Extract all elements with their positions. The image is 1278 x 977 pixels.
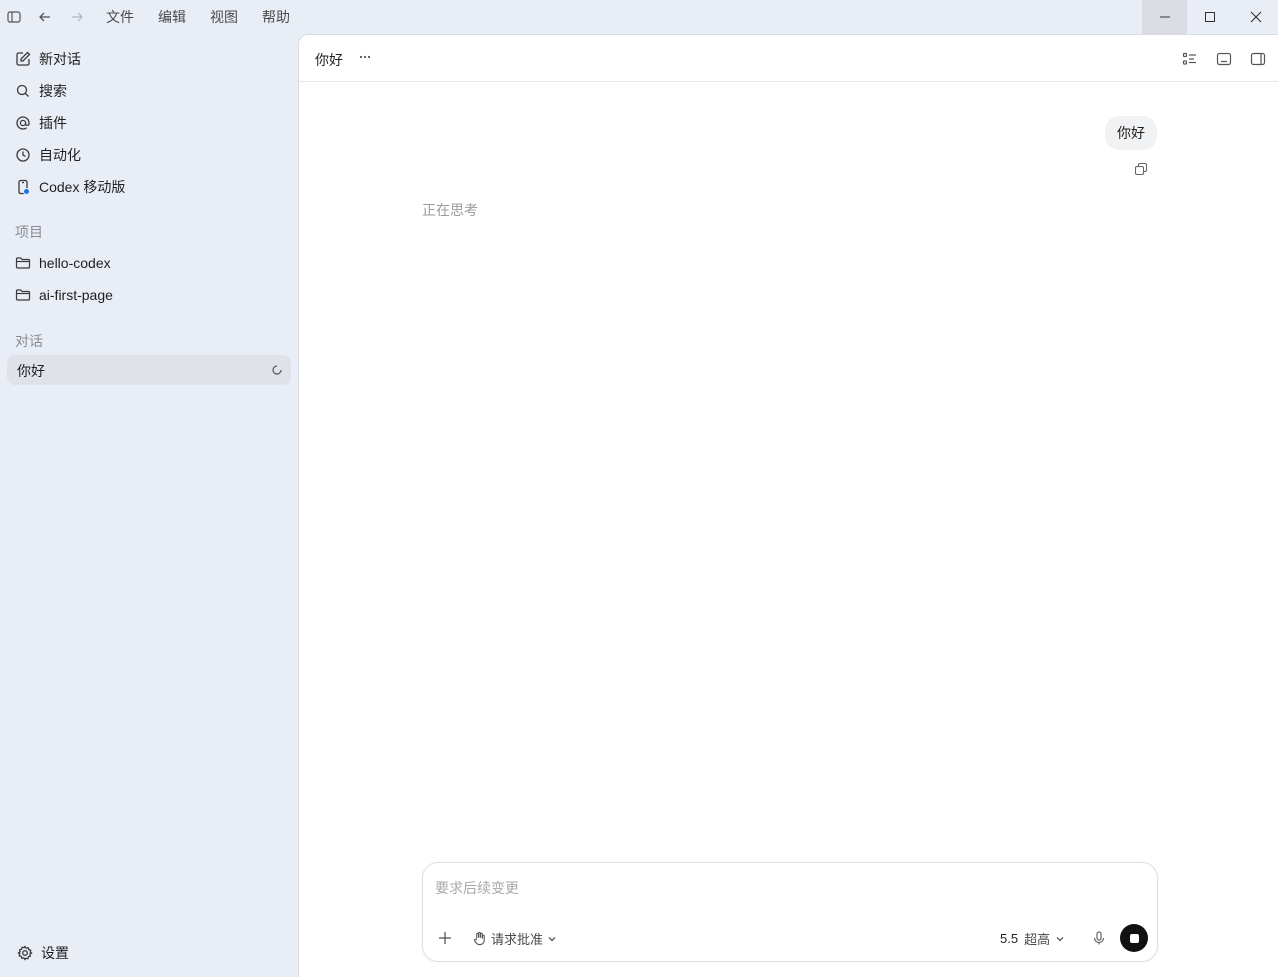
search-icon	[14, 82, 32, 100]
forward-arrow-icon[interactable]	[69, 9, 85, 25]
model-version: 5.5	[1000, 931, 1019, 946]
sidebar-item-plugins[interactable]: 插件	[14, 111, 67, 135]
model-selector-dropdown[interactable]: 5.5 超高	[1000, 929, 1066, 948]
sidebar-item-label: 自动化	[39, 147, 81, 163]
main-panel: 你好 你好 正在思考 请求批准	[298, 34, 1278, 977]
folder-icon	[14, 286, 32, 304]
project-item-hello-codex[interactable]: hello-codex	[14, 251, 111, 275]
menu-edit[interactable]: 编辑	[158, 8, 186, 26]
gear-icon	[16, 944, 34, 962]
sidebar-item-automation[interactable]: 自动化	[14, 143, 81, 167]
approval-mode-label: 请求批准	[491, 932, 544, 947]
user-message-text: 你好	[1117, 125, 1145, 141]
back-arrow-icon[interactable]	[37, 9, 53, 25]
sidebar-item-label: 新对话	[39, 51, 81, 67]
microphone-icon[interactable]	[1091, 930, 1107, 946]
stop-generation-button[interactable]	[1120, 924, 1148, 952]
project-item-label: ai-first-page	[39, 287, 113, 303]
user-message-bubble: 你好	[1105, 116, 1157, 150]
menu-file[interactable]: 文件	[106, 8, 134, 26]
new-chat-icon	[14, 50, 32, 68]
minimize-button[interactable]	[1142, 0, 1187, 34]
thread-title: 你好	[315, 52, 343, 68]
settings-button[interactable]: 设置	[16, 943, 69, 963]
chevron-down-icon	[546, 933, 558, 945]
add-attachment-icon[interactable]	[437, 930, 453, 946]
sidebar-item-label: Codex 移动版	[39, 179, 126, 195]
project-item-ai-first-page[interactable]: ai-first-page	[14, 283, 113, 307]
close-button[interactable]	[1233, 0, 1278, 34]
sidebar-item-search[interactable]: 搜索	[14, 79, 67, 103]
folder-icon	[14, 254, 32, 272]
sidebar-item-label: 插件	[39, 115, 67, 131]
task-list-icon[interactable]	[1181, 50, 1199, 68]
sidebar-toggle-icon[interactable]	[6, 9, 22, 25]
hand-icon	[472, 931, 487, 946]
clock-icon	[14, 146, 32, 164]
notification-dot	[23, 188, 30, 195]
composer-input[interactable]	[435, 877, 1135, 899]
at-icon	[14, 114, 32, 132]
conversation-item-active[interactable]: 你好	[7, 355, 291, 385]
loading-spinner-icon	[272, 365, 282, 375]
sidebar-item-codex-mobile[interactable]: Codex 移动版	[14, 175, 125, 199]
copy-icon[interactable]	[1133, 161, 1149, 177]
menu-view[interactable]: 视图	[210, 8, 238, 26]
more-options-icon[interactable]	[356, 48, 374, 66]
approval-mode-dropdown[interactable]: 请求批准	[472, 929, 558, 948]
sidebar: 新对话 搜索 插件 自动化 Codex 移动版 项目 hello-codex a…	[0, 34, 298, 977]
settings-label: 设置	[41, 945, 69, 961]
menu-help[interactable]: 帮助	[262, 8, 290, 26]
composer: 请求批准 5.5 超高	[422, 862, 1158, 962]
assistant-thinking-status: 正在思考	[422, 202, 478, 218]
chevron-down-icon	[1054, 933, 1066, 945]
stop-icon	[1129, 933, 1139, 943]
maximize-button[interactable]	[1187, 0, 1232, 34]
right-panel-toggle-icon[interactable]	[1249, 50, 1267, 68]
title-bar: 文件 编辑 视图 帮助	[0, 0, 1278, 34]
reasoning-effort-label: 超高	[1024, 932, 1051, 947]
projects-section-label: 项目	[15, 224, 43, 240]
sidebar-item-label: 搜索	[39, 83, 67, 99]
sidebar-item-new-chat[interactable]: 新对话	[14, 47, 81, 71]
conversation-label: 你好	[17, 363, 45, 379]
project-item-label: hello-codex	[39, 255, 111, 271]
thread-header: 你好	[299, 35, 1278, 82]
conversations-section-label: 对话	[15, 333, 43, 349]
phone-icon	[14, 178, 32, 196]
bottom-panel-toggle-icon[interactable]	[1215, 50, 1233, 68]
